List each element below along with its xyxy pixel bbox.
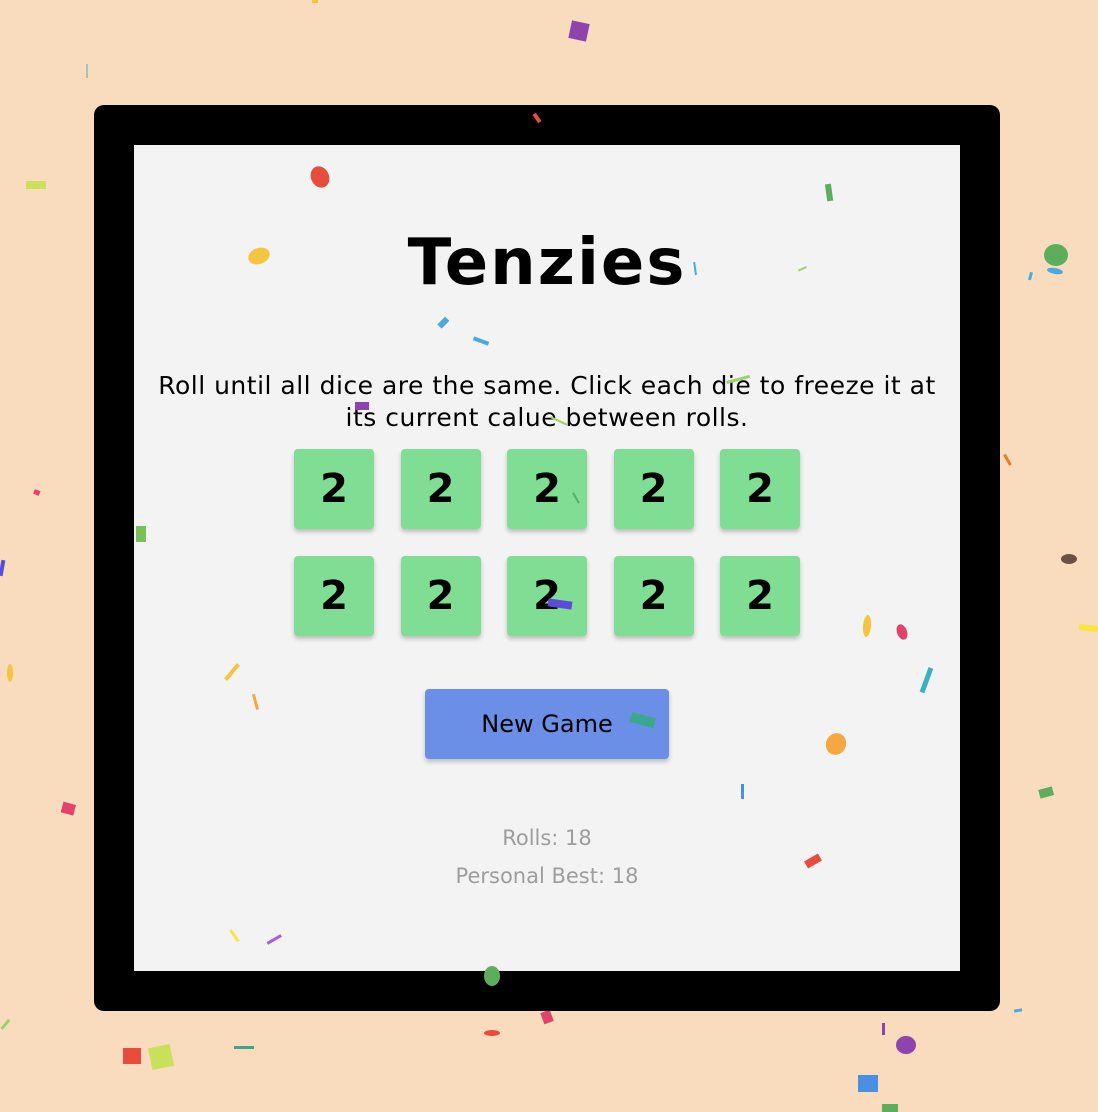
game-frame: Tenzies Roll until all dice are the same… [94,105,1000,1011]
dice-grid: 2 2 2 2 2 2 2 2 2 2 [294,449,802,636]
die-8[interactable]: 2 [507,556,587,636]
game-title: Tenzies [407,226,687,300]
new-game-button[interactable]: New Game [425,689,669,759]
die-1[interactable]: 2 [294,449,374,529]
personal-best: Personal Best: 18 [455,864,639,888]
rolls-count: Rolls: 18 [502,826,592,850]
die-10[interactable]: 2 [720,556,800,636]
die-3[interactable]: 2 [507,449,587,529]
die-4[interactable]: 2 [613,449,694,529]
die-7[interactable]: 2 [400,556,481,636]
stats-panel: Rolls: 18 Personal Best: 18 [134,819,960,895]
die-5[interactable]: 2 [720,449,800,529]
die-9[interactable]: 2 [613,556,694,636]
game-instructions: Roll until all dice are the same. Click … [158,371,936,432]
die-2[interactable]: 2 [400,449,481,529]
die-6[interactable]: 2 [294,556,374,636]
game-board: Tenzies Roll until all dice are the same… [134,145,960,971]
